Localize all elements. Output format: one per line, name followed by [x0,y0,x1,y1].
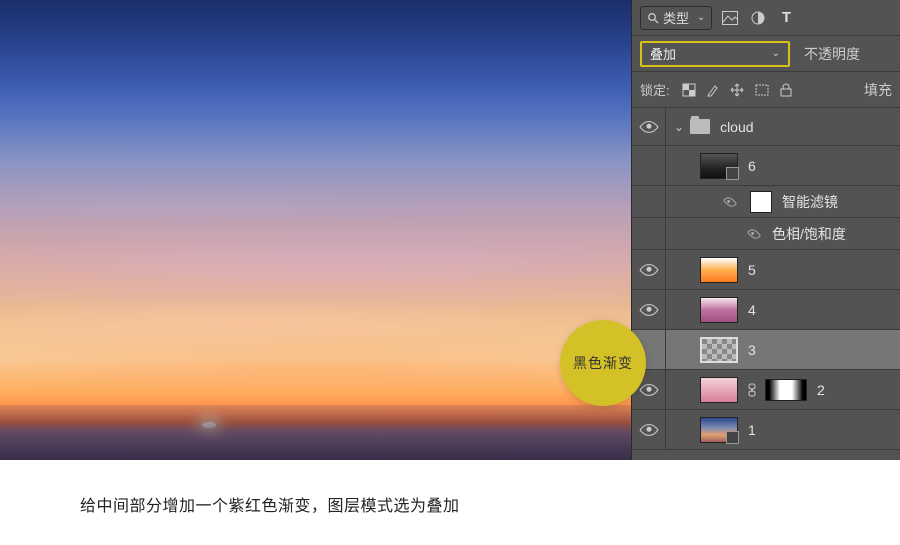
layer-2[interactable]: 2 [632,370,900,410]
layer-thumbnail [700,417,738,443]
eye-icon [639,117,659,137]
filter-text-icon[interactable]: T [776,8,796,28]
lock-label: 锁定: [640,80,670,99]
filter-label: 类型 [663,8,689,27]
layer-name: 5 [748,262,756,278]
layer-thumbnail [700,377,738,403]
canvas-preview [0,0,631,460]
eye-icon [639,300,659,320]
chevron-down-icon[interactable]: ⌄ [674,120,684,134]
visibility-toggle[interactable] [632,108,666,145]
layer-name: cloud [720,119,753,135]
layer-mask-thumbnail [765,379,807,401]
layer-group-cloud[interactable]: ⌄ cloud [632,108,900,146]
lock-paint-icon[interactable] [706,83,720,97]
fill-label[interactable]: 填充 [864,80,892,100]
filter-mask-thumbnail [750,191,772,213]
lock-all-icon[interactable] [780,83,792,97]
eye-icon[interactable] [723,194,737,208]
folder-icon [690,119,710,134]
layer-name: 6 [748,158,756,174]
caption-text: 给中间部分增加一个紫红色渐变，图层模式选为叠加 [0,460,900,516]
filter-image-icon[interactable] [720,8,740,28]
filter-adjust-icon[interactable] [748,8,768,28]
visibility-toggle[interactable] [632,146,666,185]
visibility-toggle[interactable] [632,290,666,329]
layer-name: 2 [817,382,825,398]
filter-name: 色相/饱和度 [772,224,846,244]
layer-6[interactable]: 6 [632,146,900,186]
layer-filter-row: 类型 ⌄ T [632,0,900,36]
layer-thumbnail [700,297,738,323]
layers-panel: 类型 ⌄ T 叠加 ⌄ 不透明度 [631,0,900,460]
eye-icon [639,380,659,400]
annotation-callout: 黑色渐变 [560,320,646,406]
visibility-toggle[interactable] [632,186,666,217]
opacity-label[interactable]: 不透明度 [804,44,860,64]
visibility-toggle[interactable] [632,410,666,449]
layer-filter-type[interactable]: 类型 ⌄ [640,6,712,30]
hue-sat-filter-row[interactable]: 色相/饱和度 [632,218,900,250]
visibility-toggle[interactable] [632,250,666,289]
visibility-toggle[interactable] [632,218,666,249]
eye-icon[interactable] [747,226,761,240]
blend-mode-row: 叠加 ⌄ 不透明度 [632,36,900,72]
lock-transparency-icon[interactable] [682,83,696,97]
lock-icons [682,83,792,97]
smart-filters-row[interactable]: 智能滤镜 [632,186,900,218]
layer-3[interactable]: 3 [632,330,900,370]
layer-thumbnail [700,337,738,363]
layer-1[interactable]: 1 [632,410,900,450]
mountains [0,405,631,460]
cloud-overlay [0,0,631,460]
eye-icon [639,420,659,440]
lock-row: 锁定: [632,72,900,108]
layer-thumbnail [700,257,738,283]
blend-mode-select[interactable]: 叠加 ⌄ [640,41,790,67]
link-icon [747,383,756,396]
smart-filters-label: 智能滤镜 [782,192,838,212]
layer-name: 1 [748,422,756,438]
layer-list: ⌄ cloud 6 智能滤镜 [632,108,900,460]
callout-text: 黑色渐变 [573,353,633,373]
layer-thumbnail [700,153,738,179]
layer-name: 3 [748,342,756,358]
layer-name: 4 [748,302,756,318]
chevron-down-icon: ⌄ [772,48,780,59]
layer-4[interactable]: 4 [632,290,900,330]
lock-artboard-icon[interactable] [754,83,770,97]
layer-5[interactable]: 5 [632,250,900,290]
lock-move-icon[interactable] [730,83,744,97]
blend-mode-value: 叠加 [650,44,676,63]
chevron-down-icon: ⌄ [697,12,705,23]
search-icon [647,12,659,24]
eye-icon [639,260,659,280]
